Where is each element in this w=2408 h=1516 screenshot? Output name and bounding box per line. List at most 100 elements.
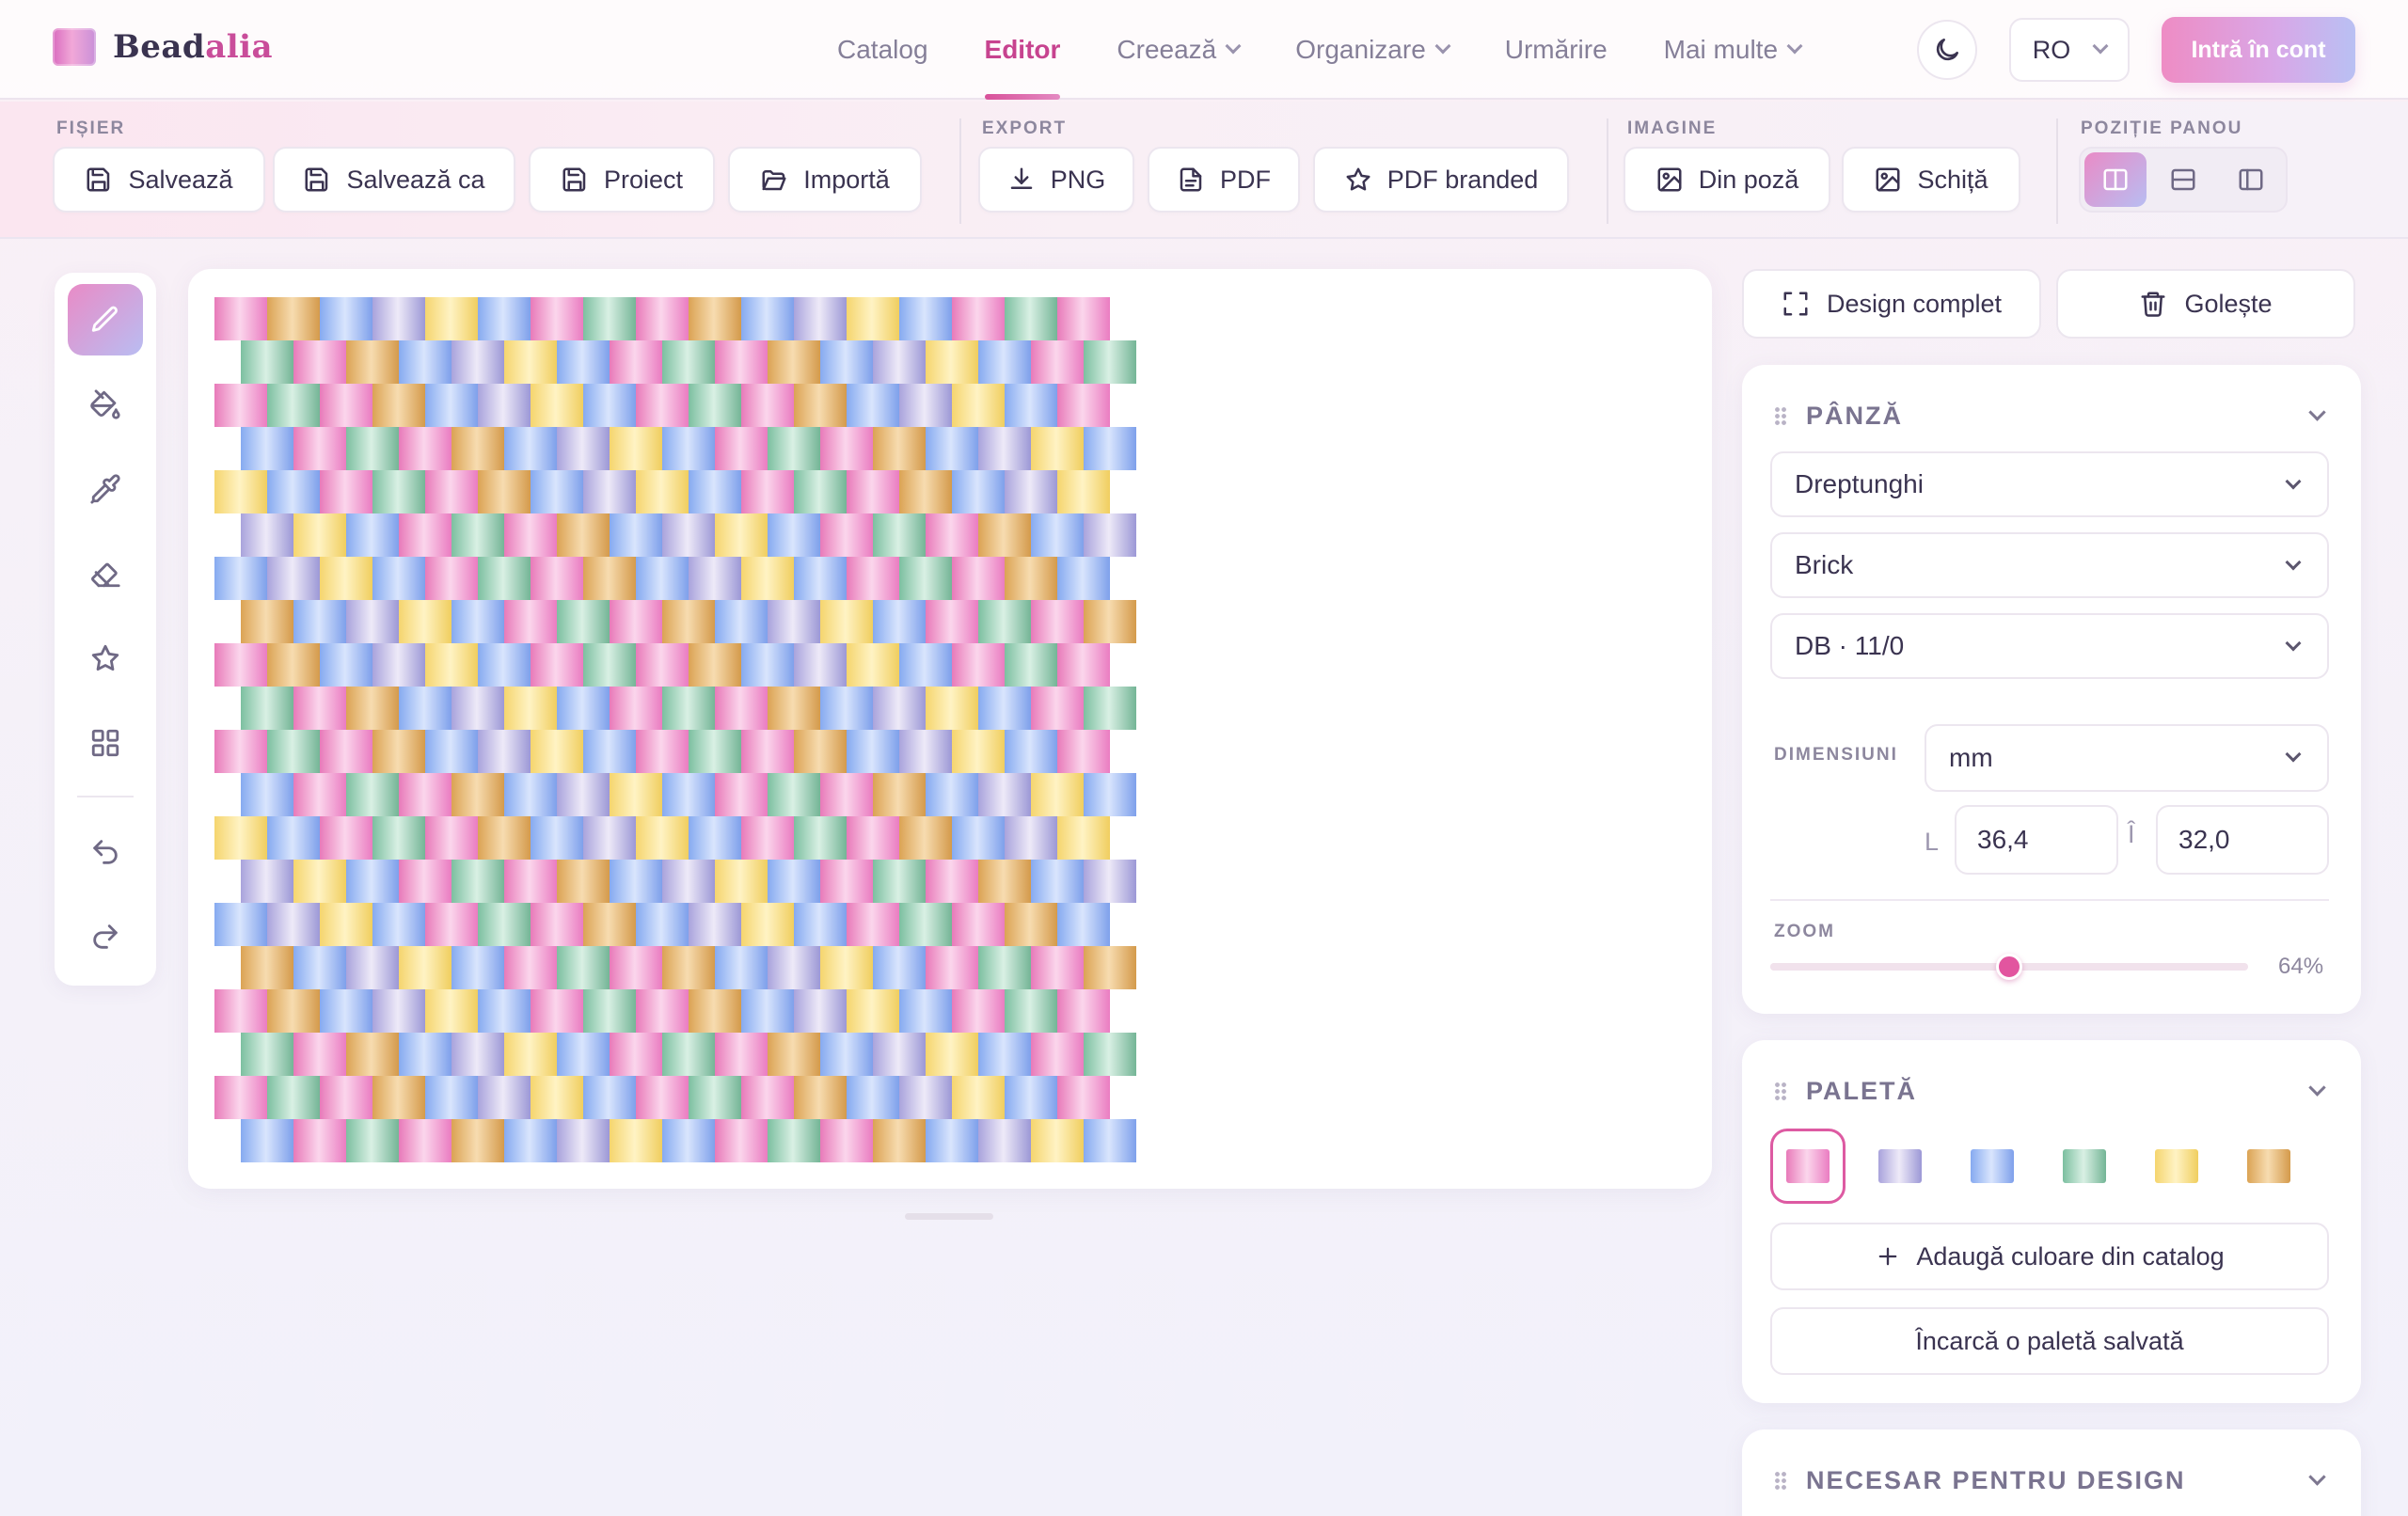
bead-cell[interactable] [425, 730, 478, 773]
sketch-button[interactable]: Schiță [1842, 147, 2020, 213]
add-color-button[interactable]: Adaugă culoare din catalog [1770, 1223, 2329, 1290]
drag-handle-icon[interactable] [1774, 1471, 1787, 1490]
bead-cell[interactable] [1057, 643, 1110, 687]
project-button[interactable]: Proiect [529, 147, 715, 213]
bead-cell[interactable] [531, 730, 583, 773]
bead-cell[interactable] [241, 600, 293, 643]
bead-cell[interactable] [873, 600, 926, 643]
bead-cell[interactable] [267, 643, 320, 687]
bead-cell[interactable] [267, 989, 320, 1033]
bead-cell[interactable] [504, 1119, 557, 1162]
bead-cell[interactable] [214, 297, 267, 340]
login-button[interactable]: Intră în cont [2162, 17, 2355, 83]
bead-cell[interactable] [873, 946, 926, 989]
bead-cell[interactable] [504, 340, 557, 384]
bead-cell[interactable] [557, 773, 610, 816]
bead-cell[interactable] [689, 297, 741, 340]
bead-cell[interactable] [741, 1076, 794, 1119]
bead-cell[interactable] [610, 687, 662, 730]
bead-cell[interactable] [847, 730, 899, 773]
bead-cell[interactable] [1084, 773, 1136, 816]
bead-cell[interactable] [452, 687, 504, 730]
bead-cell[interactable] [1005, 470, 1057, 513]
bead-cell[interactable] [662, 773, 715, 816]
bead-cell[interactable] [1005, 989, 1057, 1033]
bead-cell[interactable] [214, 903, 267, 946]
redo-button[interactable] [68, 901, 143, 972]
bead-cell[interactable] [504, 946, 557, 989]
bead-cell[interactable] [531, 470, 583, 513]
nav-link-catalog[interactable]: Catalog [837, 0, 928, 100]
bead-cell[interactable] [267, 1076, 320, 1119]
bead-cell[interactable] [1031, 1119, 1084, 1162]
bead-cell[interactable] [452, 773, 504, 816]
bead-cell[interactable] [873, 687, 926, 730]
bead-cell[interactable] [1031, 946, 1084, 989]
bead-cell[interactable] [372, 1076, 425, 1119]
bead-cell[interactable] [952, 384, 1005, 427]
bead-cell[interactable] [847, 557, 899, 600]
bead-cell[interactable] [794, 989, 847, 1033]
bead-cell[interactable] [741, 470, 794, 513]
bead-cell[interactable] [794, 470, 847, 513]
bead-cell[interactable] [372, 730, 425, 773]
bead-cell[interactable] [847, 297, 899, 340]
bead-cell[interactable] [504, 513, 557, 557]
bead-cell[interactable] [899, 1076, 952, 1119]
bead-cell[interactable] [978, 687, 1031, 730]
bead-cell[interactable] [320, 816, 372, 860]
bead-cell[interactable] [425, 297, 478, 340]
export-pdf-branded-button[interactable]: PDF branded [1313, 147, 1569, 213]
bead-cell[interactable] [926, 427, 978, 470]
bead-cell[interactable] [847, 643, 899, 687]
bead-cell[interactable] [794, 297, 847, 340]
save-as-button[interactable]: Salvează ca [273, 147, 515, 213]
bead-cell[interactable] [952, 989, 1005, 1033]
bead-cell[interactable] [557, 600, 610, 643]
bead-cell[interactable] [794, 816, 847, 860]
bead-cell[interactable] [741, 557, 794, 600]
fill-tool[interactable] [68, 369, 143, 440]
bead-cell[interactable] [636, 557, 689, 600]
bead-cell[interactable] [610, 1119, 662, 1162]
bead-cell[interactable] [425, 989, 478, 1033]
bead-cell[interactable] [320, 730, 372, 773]
bead-cell[interactable] [952, 1076, 1005, 1119]
bead-cell[interactable] [794, 643, 847, 687]
bead-cell[interactable] [1031, 340, 1084, 384]
bead-cell[interactable] [873, 1033, 926, 1076]
bead-cell[interactable] [847, 384, 899, 427]
bead-cell[interactable] [899, 470, 952, 513]
bead-cell[interactable] [636, 903, 689, 946]
bead-cell[interactable] [768, 687, 820, 730]
bead-cell[interactable] [1084, 860, 1136, 903]
bead-cell[interactable] [715, 773, 768, 816]
bead-cell[interactable] [293, 860, 346, 903]
bead-grid[interactable] [214, 297, 1710, 1162]
bead-cell[interactable] [425, 557, 478, 600]
bead-cell[interactable] [452, 1033, 504, 1076]
bead-cell[interactable] [583, 989, 636, 1033]
bead-cell[interactable] [372, 903, 425, 946]
bead-cell[interactable] [610, 1033, 662, 1076]
canvas-resize-handle[interactable] [905, 1213, 993, 1220]
bead-cell[interactable] [557, 1119, 610, 1162]
bead-cell[interactable] [662, 1033, 715, 1076]
bead-cell[interactable] [715, 946, 768, 989]
import-button[interactable]: Importă [728, 147, 922, 213]
save-button[interactable]: Salvează [53, 147, 265, 213]
bead-cell[interactable] [978, 340, 1031, 384]
bead-cell[interactable] [1005, 643, 1057, 687]
bead-cell[interactable] [425, 903, 478, 946]
shape-select[interactable]: Dreptunghi [1770, 451, 2329, 517]
bead-cell[interactable] [346, 1033, 399, 1076]
bead-cell[interactable] [399, 1033, 452, 1076]
bead-cell[interactable] [293, 427, 346, 470]
bead-cell[interactable] [662, 687, 715, 730]
bead-cell[interactable] [899, 557, 952, 600]
bead-cell[interactable] [662, 513, 715, 557]
bead-cell[interactable] [267, 470, 320, 513]
drag-handle-icon[interactable] [1774, 1082, 1787, 1100]
bead-cell[interactable] [715, 1119, 768, 1162]
bead-cell[interactable] [636, 470, 689, 513]
